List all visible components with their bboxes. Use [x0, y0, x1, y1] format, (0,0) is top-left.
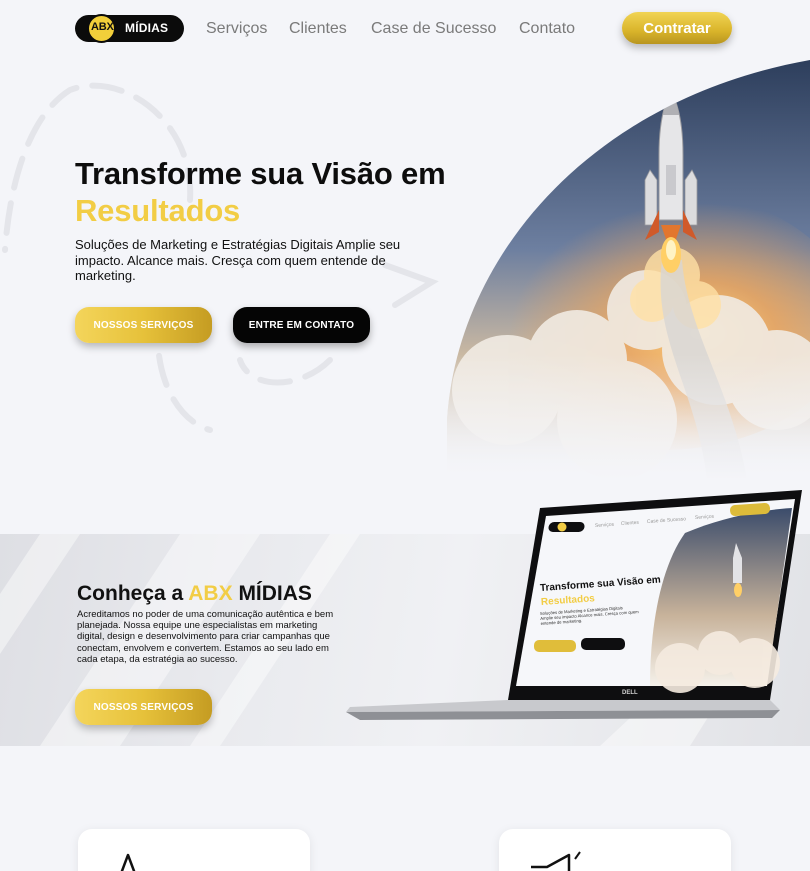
feature-card	[78, 829, 310, 871]
rocket-launch-image	[447, 60, 810, 480]
nav-link-servicos[interactable]: Serviços	[206, 20, 267, 38]
hero-title-accent: Resultados	[75, 193, 241, 228]
top-navigation: ABX MÍDIAS Serviços Clientes Case de Suc…	[0, 0, 810, 60]
about-title-accent: ABX	[188, 582, 233, 605]
logo-abx-text: ABX	[91, 21, 114, 33]
laptop-mockup: Serviços Clientes Case de Sucesso Serviç…	[340, 488, 810, 728]
abx-midias-logo[interactable]: ABX MÍDIAS	[75, 14, 184, 43]
feature-card	[499, 829, 731, 871]
nav-link-clientes[interactable]: Clientes	[289, 20, 347, 38]
nav-link-case-de-sucesso[interactable]: Case de Sucesso	[371, 20, 496, 38]
about-description: Acreditamos no poder de uma comunicação …	[77, 609, 334, 665]
hero-entre-em-contato-button[interactable]: ENTRE EM CONTATO	[233, 307, 370, 343]
contratar-button[interactable]: Contratar	[622, 12, 732, 44]
laptop-brand-text: DELL	[622, 690, 638, 696]
nav-link-contato[interactable]: Contato	[519, 20, 575, 38]
about-title: Conheça a ABX MÍDIAS	[77, 582, 312, 606]
logo-midias-text: MÍDIAS	[125, 21, 169, 35]
megaphone-icon	[531, 851, 581, 871]
hero-title: Transforme sua Visão em Resultados	[75, 155, 446, 229]
about-title-suffix: MÍDIAS	[232, 582, 312, 605]
hero-subtitle: Soluções de Marketing e Estratégias Digi…	[75, 237, 401, 283]
about-title-prefix: Conheça a	[77, 582, 189, 605]
about-nossos-servicos-button[interactable]: NOSSOS SERVIÇOS	[75, 689, 212, 725]
hero-title-line1: Transforme sua Visão em	[75, 156, 446, 191]
megaphone-icon	[120, 853, 136, 871]
hero-nossos-servicos-button[interactable]: NOSSOS SERVIÇOS	[75, 307, 212, 343]
